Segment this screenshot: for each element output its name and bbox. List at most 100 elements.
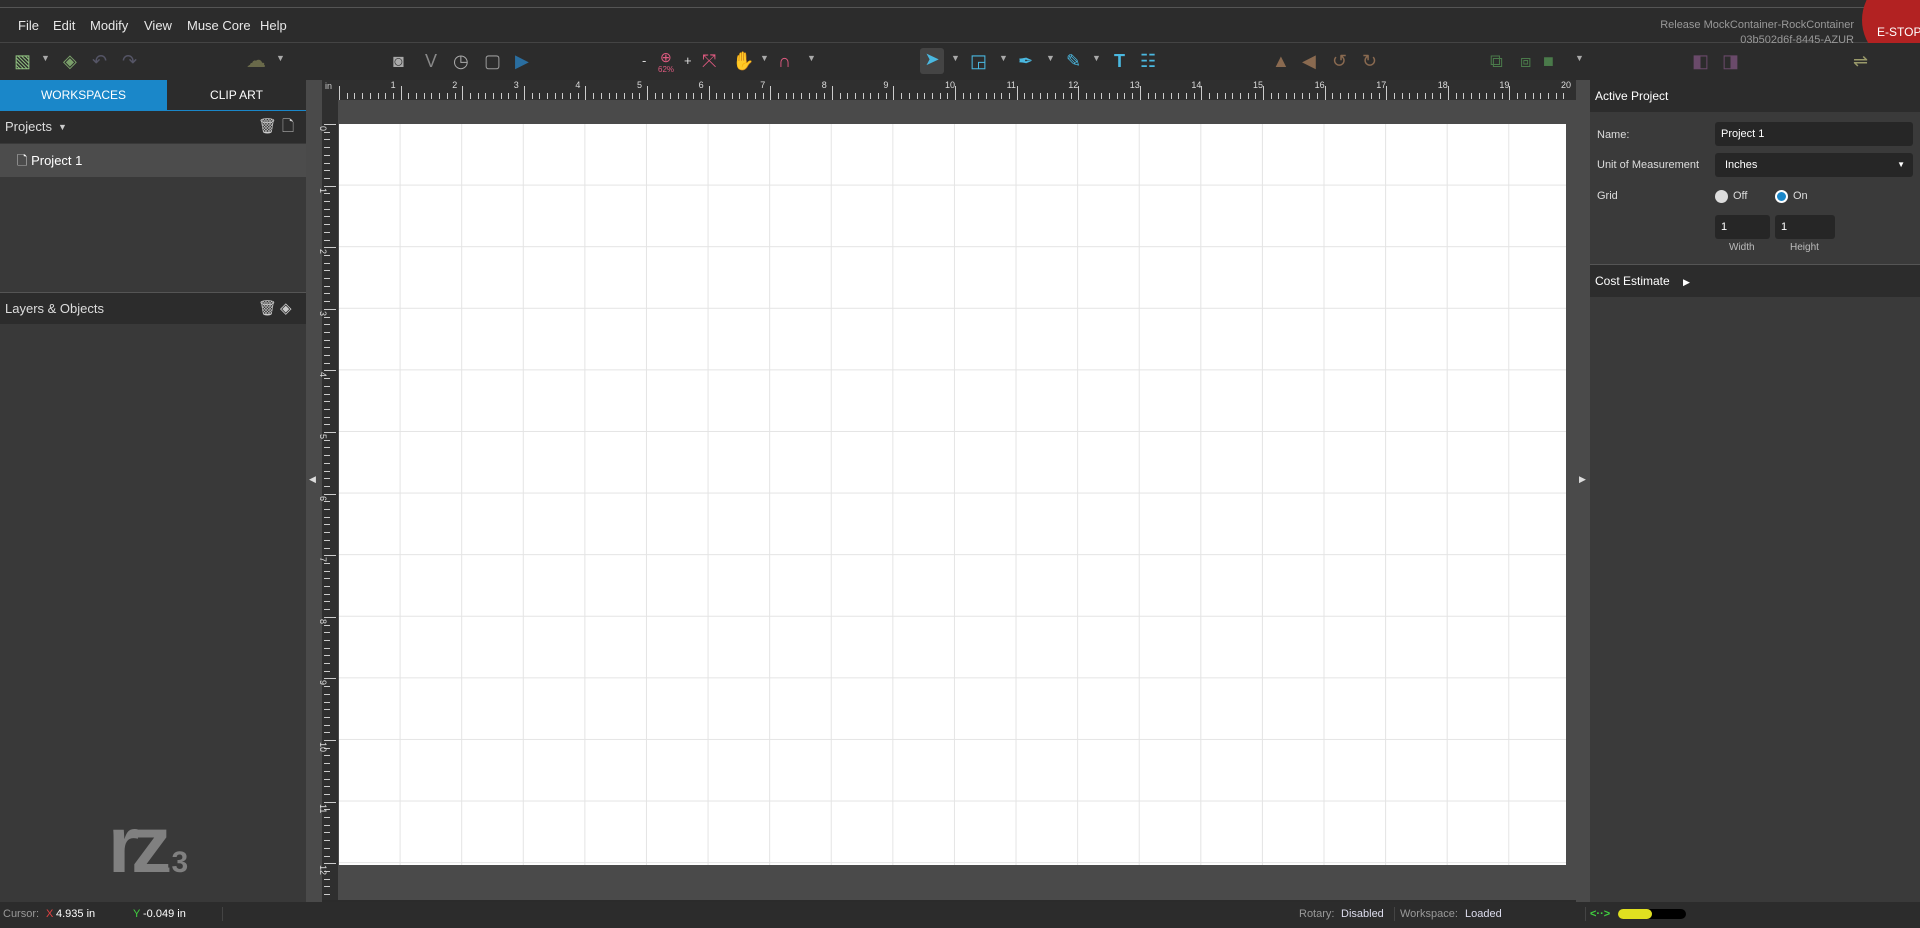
trash-icon[interactable]: 🗑 <box>258 293 277 325</box>
tab-clip-art[interactable]: CLIP ART <box>167 80 306 111</box>
ruler-tick <box>1278 93 1280 99</box>
trash-icon[interactable]: 🗑 <box>258 111 277 143</box>
ruler-tick <box>362 93 364 99</box>
logo: rz.3 <box>108 800 189 889</box>
ruler-tick <box>324 239 330 241</box>
ruler-tick <box>1355 93 1357 99</box>
projects-title[interactable]: Projects <box>5 119 52 134</box>
draw-icon[interactable]: ✎ <box>1066 50 1081 72</box>
new-file-icon[interactable]: 🗋 <box>282 111 294 143</box>
ruler-tick <box>1532 93 1534 99</box>
layers-icon[interactable]: ◈ <box>63 50 77 72</box>
collapse-right-icon[interactable]: ▶ <box>1579 474 1586 485</box>
menu-muse-core[interactable]: Muse Core <box>187 18 251 33</box>
design-sheet[interactable] <box>339 124 1566 865</box>
chevron-down-icon[interactable]: ▼ <box>1092 53 1101 63</box>
bring-front-icon[interactable]: ◨ <box>1722 50 1739 72</box>
ruler-tick <box>1401 93 1403 99</box>
add-layer-icon[interactable]: ◈ <box>280 293 292 325</box>
flip-horizontal-icon[interactable]: ▲ <box>1272 50 1290 72</box>
play-icon[interactable]: ▶ <box>515 50 529 72</box>
chevron-down-icon[interactable]: ▼ <box>58 111 67 143</box>
connection-icon[interactable]: <··> <box>1590 902 1610 926</box>
menu-edit[interactable]: Edit <box>53 18 75 33</box>
camera-icon[interactable]: ◙ <box>393 50 404 72</box>
left-splitter[interactable]: ◀ <box>306 80 322 902</box>
name-input[interactable]: Project 1 <box>1715 122 1913 146</box>
ruler-tick <box>324 632 330 634</box>
ruler-label: 5 <box>637 80 643 90</box>
grid-width-input[interactable]: 1 <box>1715 215 1770 239</box>
chevron-down-icon[interactable]: ▼ <box>276 53 285 63</box>
chevron-down-icon[interactable]: ▼ <box>1575 53 1584 63</box>
unit-select[interactable]: Inches ▼ <box>1715 153 1913 177</box>
shape-icon[interactable]: ◲ <box>970 50 987 72</box>
text-icon[interactable]: T <box>1114 50 1125 72</box>
select-icon[interactable]: ➤ <box>920 48 944 74</box>
bounds-icon[interactable]: ▢ <box>484 50 501 72</box>
redo-icon[interactable]: ↷ <box>122 50 137 72</box>
ruler-tick <box>1162 93 1164 99</box>
ruler-tick <box>324 432 336 433</box>
image-icon[interactable]: ▧ <box>14 50 31 72</box>
ruler-tick <box>1417 93 1418 99</box>
ruler-tick <box>324 740 336 741</box>
connection-path-icon[interactable]: ⇌ <box>1853 50 1868 72</box>
group-icon[interactable]: ⧉ <box>1490 50 1503 72</box>
ruler-tick <box>423 93 425 99</box>
right-splitter[interactable]: ▶ <box>1576 80 1590 902</box>
undo-icon[interactable]: ↶ <box>92 50 107 72</box>
ruler-tick <box>324 478 330 480</box>
pen-icon[interactable]: ✒ <box>1018 50 1033 72</box>
chevron-down-icon[interactable]: ▼ <box>999 53 1008 63</box>
ruler-tick <box>324 162 330 164</box>
tile-icon[interactable]: ☷ <box>1140 50 1156 72</box>
ruler-tick <box>685 93 687 99</box>
chevron-down-icon[interactable]: ▼ <box>41 53 50 63</box>
chevron-down-icon[interactable]: ▼ <box>760 53 769 63</box>
ruler-label: 5 <box>318 434 328 440</box>
menu-modify[interactable]: Modify <box>90 18 128 33</box>
chevron-down-icon[interactable]: ▼ <box>951 53 960 63</box>
menu-help[interactable]: Help <box>260 18 287 33</box>
chevron-down-icon[interactable]: ▼ <box>1046 53 1055 63</box>
vector-icon[interactable]: V <box>425 50 437 72</box>
ruler-tick <box>546 93 548 99</box>
combine-icon[interactable]: ■ <box>1543 50 1554 72</box>
grid-on-radio[interactable] <box>1775 190 1788 203</box>
chevron-down-icon[interactable]: ▼ <box>807 53 816 63</box>
ruler-tick <box>585 86 587 100</box>
rotate-right-icon[interactable]: ↻ <box>1362 50 1377 72</box>
cloud-upload-icon[interactable]: ☁ <box>246 50 266 72</box>
ruler-tick <box>324 154 330 156</box>
ruler-tick <box>1424 93 1426 99</box>
grid-height-input[interactable]: 1 <box>1775 215 1835 239</box>
ruler-tick <box>324 616 336 618</box>
flip-vertical-icon[interactable]: ◀ <box>1302 50 1316 72</box>
collapse-left-icon[interactable]: ◀ <box>309 474 316 485</box>
menu-view[interactable]: View <box>144 18 172 33</box>
ungroup-icon[interactable]: ⧈ <box>1520 50 1531 72</box>
timer-icon[interactable]: ◷ <box>453 50 469 72</box>
hand-icon[interactable]: ✋ <box>732 50 754 72</box>
ruler-tick <box>962 93 964 99</box>
ruler-tick <box>1301 93 1303 99</box>
zoom-out-button[interactable]: - <box>642 50 646 72</box>
magnet-icon[interactable]: ∩ <box>778 50 791 72</box>
cost-estimate-label: Cost Estimate <box>1595 274 1670 288</box>
tab-workspaces[interactable]: WORKSPACES <box>0 80 167 111</box>
cost-estimate-toggle[interactable]: Cost Estimate ▶ <box>1590 264 1920 297</box>
menu-file[interactable]: File <box>18 18 39 33</box>
ruler-tick <box>324 324 330 326</box>
ruler-tick <box>324 770 330 772</box>
rotate-left-icon[interactable]: ↺ <box>1332 50 1347 72</box>
right-panel: Active Project Name: Project 1 Unit of M… <box>1590 80 1920 902</box>
fit-icon[interactable]: ⤧ <box>702 50 716 72</box>
ruler-tick <box>562 93 564 99</box>
ruler-tick <box>324 470 330 472</box>
grid-off-radio[interactable] <box>1715 190 1728 203</box>
project-list-item[interactable]: 🗋 Project 1 <box>0 144 306 177</box>
zoom-in-button[interactable]: + <box>684 50 692 72</box>
send-back-icon[interactable]: ◧ <box>1692 50 1709 72</box>
ruler-tick <box>1501 93 1503 99</box>
